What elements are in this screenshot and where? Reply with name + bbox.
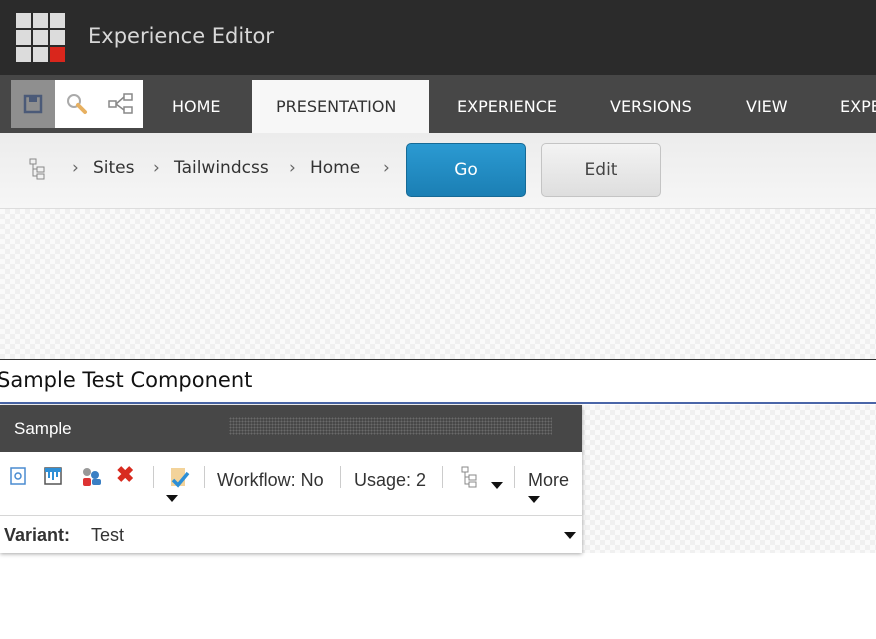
top-bar: Experience Editor (0, 0, 876, 75)
panel-title: Sample (14, 419, 72, 438)
component-toolbar-panel: Sample ✖ Workflow: No Usage: 2 More Vari… (0, 405, 582, 553)
edit-button[interactable]: Edit (541, 143, 661, 197)
personalize-icon[interactable] (79, 466, 103, 493)
chevron-down-icon[interactable] (528, 496, 540, 503)
chevron-down-icon[interactable] (491, 482, 503, 489)
variant-label: Variant: (4, 525, 71, 545)
breadcrumb-tailwindcss[interactable]: Tailwindcss (174, 158, 269, 178)
save-icon[interactable] (11, 80, 55, 128)
tab-experience[interactable]: EXPERIENCE (433, 80, 581, 133)
chevron-right-icon: › (289, 158, 296, 178)
more-button[interactable]: More (528, 470, 569, 491)
tree-icon[interactable] (29, 158, 47, 184)
chevron-down-icon[interactable] (564, 532, 576, 539)
breadcrumb-sites[interactable]: Sites (93, 158, 135, 178)
app-launcher-logo[interactable] (16, 13, 65, 62)
quick-actions (11, 80, 143, 128)
edit-datasource-icon[interactable] (43, 466, 63, 491)
select-parent-icon[interactable] (8, 466, 28, 491)
component-title[interactable]: Sample Test Component (0, 359, 876, 404)
breadcrumb-home[interactable]: Home (310, 158, 360, 178)
test-component-icon[interactable] (168, 466, 190, 495)
variant-selector[interactable]: Variant: Test (0, 517, 582, 553)
search-icon[interactable] (55, 80, 99, 128)
tab-home[interactable]: HOME (148, 80, 245, 133)
chevron-right-icon[interactable]: › (383, 158, 390, 178)
panel-toolbar: ✖ Workflow: No Usage: 2 More (0, 452, 582, 516)
app-title: Experience Editor (88, 24, 274, 48)
go-button[interactable]: Go (406, 143, 526, 197)
tab-view[interactable]: VIEW (722, 80, 812, 133)
navigation-tree-icon[interactable] (99, 80, 143, 128)
variant-value[interactable]: Test (91, 517, 124, 553)
remove-icon[interactable]: ✖ (116, 462, 134, 488)
chevron-right-icon: › (72, 158, 79, 178)
chevron-down-icon[interactable] (166, 495, 178, 502)
tab-presentation[interactable]: PRESENTATION (252, 80, 429, 133)
tab-versions[interactable]: VERSIONS (586, 80, 716, 133)
drag-handle[interactable] (229, 417, 552, 435)
chevron-right-icon: › (153, 158, 160, 178)
tree-icon[interactable] (461, 466, 479, 493)
placeholder-area (0, 209, 876, 359)
workflow-status[interactable]: Workflow: No (217, 470, 324, 491)
tab-experience-optimization[interactable]: EXPE (816, 80, 876, 133)
usage-count[interactable]: Usage: 2 (354, 470, 426, 491)
